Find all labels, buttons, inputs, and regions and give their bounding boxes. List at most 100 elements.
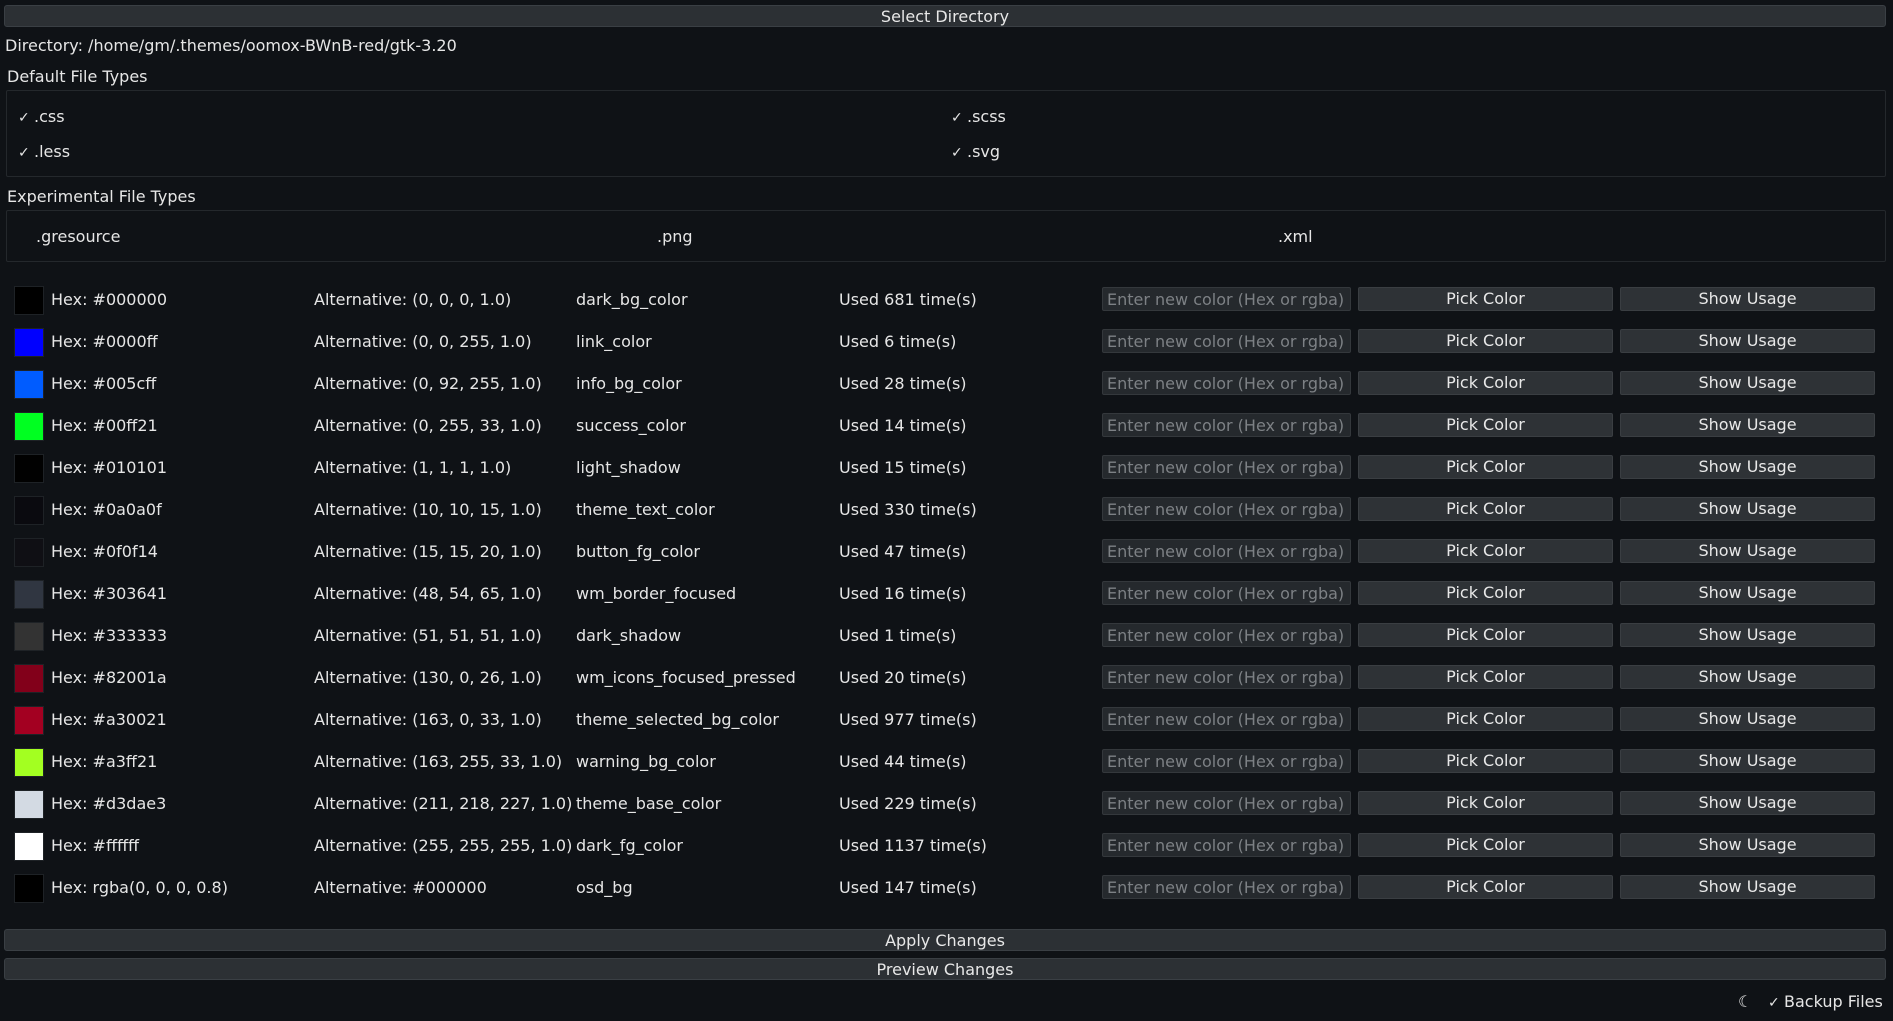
pick-color-button[interactable]: Pick Color bbox=[1358, 329, 1613, 353]
new-color-input[interactable] bbox=[1102, 497, 1351, 521]
new-color-input[interactable] bbox=[1102, 665, 1351, 689]
new-color-input[interactable] bbox=[1102, 413, 1351, 437]
show-usage-button[interactable]: Show Usage bbox=[1620, 791, 1875, 815]
pick-color-button[interactable]: Pick Color bbox=[1358, 665, 1613, 689]
pick-color-button[interactable]: Pick Color bbox=[1358, 581, 1613, 605]
hex-value: Hex: rgba(0, 0, 0, 0.8) bbox=[51, 878, 228, 897]
variable-name: wm_border_focused bbox=[576, 584, 737, 603]
preview-changes-button[interactable]: Preview Changes bbox=[4, 958, 1886, 980]
hex-value: Hex: #d3dae3 bbox=[51, 794, 167, 813]
show-usage-button[interactable]: Show Usage bbox=[1620, 287, 1875, 311]
show-usage-button[interactable]: Show Usage bbox=[1620, 455, 1875, 479]
color-row: Hex: #0000ff Alternative: (0, 0, 255, 1.0… bbox=[0, 325, 1893, 359]
experimental-file-types-title: Experimental File Types bbox=[7, 187, 196, 206]
alternative-value: Alternative: #000000 bbox=[314, 878, 487, 897]
check-icon: ✓ bbox=[18, 145, 30, 161]
hex-value: Hex: #a30021 bbox=[51, 710, 167, 729]
checkbox-xml[interactable]: .xml bbox=[1278, 227, 1313, 246]
show-usage-button[interactable]: Show Usage bbox=[1620, 581, 1875, 605]
new-color-input[interactable] bbox=[1102, 329, 1351, 353]
color-swatch bbox=[14, 706, 44, 735]
hex-value: Hex: #a3ff21 bbox=[51, 752, 158, 771]
show-usage-button[interactable]: Show Usage bbox=[1620, 413, 1875, 437]
new-color-input[interactable] bbox=[1102, 707, 1351, 731]
check-icon: ✓ bbox=[951, 110, 963, 126]
color-swatch bbox=[14, 832, 44, 861]
show-usage-button[interactable]: Show Usage bbox=[1620, 623, 1875, 647]
apply-changes-button[interactable]: Apply Changes bbox=[4, 929, 1886, 951]
new-color-input[interactable] bbox=[1102, 875, 1351, 899]
color-swatch bbox=[14, 286, 44, 315]
new-color-input[interactable] bbox=[1102, 371, 1351, 395]
pick-color-button[interactable]: Pick Color bbox=[1358, 539, 1613, 563]
show-usage-button[interactable]: Show Usage bbox=[1620, 707, 1875, 731]
checkbox-label: .scss bbox=[967, 107, 1006, 126]
alternative-value: Alternative: (1, 1, 1, 1.0) bbox=[314, 458, 512, 477]
new-color-input[interactable] bbox=[1102, 749, 1351, 773]
alternative-value: Alternative: (0, 0, 255, 1.0) bbox=[314, 332, 532, 351]
show-usage-button[interactable]: Show Usage bbox=[1620, 497, 1875, 521]
color-swatch bbox=[14, 370, 44, 399]
checkbox-label: .less bbox=[34, 142, 71, 161]
color-row: Hex: #005cff Alternative: (0, 92, 255, 1.… bbox=[0, 367, 1893, 401]
alternative-value: Alternative: (51, 51, 51, 1.0) bbox=[314, 626, 542, 645]
default-file-types-title: Default File Types bbox=[7, 67, 148, 86]
new-color-input[interactable] bbox=[1102, 455, 1351, 479]
show-usage-button[interactable]: Show Usage bbox=[1620, 371, 1875, 395]
pick-color-button[interactable]: Pick Color bbox=[1358, 749, 1613, 773]
pick-color-button[interactable]: Pick Color bbox=[1358, 791, 1613, 815]
alternative-value: Alternative: (0, 255, 33, 1.0) bbox=[314, 416, 542, 435]
checkbox-css[interactable]: ✓ .css bbox=[18, 107, 65, 126]
pick-color-button[interactable]: Pick Color bbox=[1358, 875, 1613, 899]
show-usage-button[interactable]: Show Usage bbox=[1620, 539, 1875, 563]
variable-name: dark_bg_color bbox=[576, 290, 688, 309]
new-color-input[interactable] bbox=[1102, 791, 1351, 815]
pick-color-button[interactable]: Pick Color bbox=[1358, 497, 1613, 521]
checkbox-label: .png bbox=[657, 227, 693, 246]
checkbox-gresource[interactable]: .gresource bbox=[36, 227, 120, 246]
color-swatch bbox=[14, 748, 44, 777]
new-color-input[interactable] bbox=[1102, 581, 1351, 605]
show-usage-button[interactable]: Show Usage bbox=[1620, 749, 1875, 773]
select-directory-button[interactable]: Select Directory bbox=[4, 5, 1886, 27]
new-color-input[interactable] bbox=[1102, 833, 1351, 857]
show-usage-button[interactable]: Show Usage bbox=[1620, 329, 1875, 353]
moon-icon[interactable]: ☾ bbox=[1738, 992, 1752, 1011]
usage-count: Used 1137 time(s) bbox=[839, 836, 987, 855]
color-swatch bbox=[14, 328, 44, 357]
variable-name: dark_shadow bbox=[576, 626, 682, 645]
color-row: Hex: #333333 Alternative: (51, 51, 51, 1.… bbox=[0, 619, 1893, 653]
color-swatch bbox=[14, 622, 44, 651]
hex-value: Hex: #0000ff bbox=[51, 332, 158, 351]
new-color-input[interactable] bbox=[1102, 287, 1351, 311]
show-usage-button[interactable]: Show Usage bbox=[1620, 833, 1875, 857]
show-usage-button[interactable]: Show Usage bbox=[1620, 875, 1875, 899]
checkbox-label: .gresource bbox=[36, 227, 121, 246]
show-usage-button[interactable]: Show Usage bbox=[1620, 665, 1875, 689]
checkbox-png[interactable]: .png bbox=[657, 227, 693, 246]
new-color-input[interactable] bbox=[1102, 623, 1351, 647]
directory-path: Directory: /home/gm/.themes/oomox-BWnB-r… bbox=[5, 36, 457, 55]
hex-value: Hex: #333333 bbox=[51, 626, 168, 645]
color-swatch bbox=[14, 790, 44, 819]
pick-color-button[interactable]: Pick Color bbox=[1358, 371, 1613, 395]
pick-color-button[interactable]: Pick Color bbox=[1358, 287, 1613, 311]
backup-files-checkbox[interactable]: ✓ Backup Files bbox=[1768, 992, 1883, 1011]
pick-color-button[interactable]: Pick Color bbox=[1358, 623, 1613, 647]
checkbox-label: .svg bbox=[967, 142, 1001, 161]
pick-color-button[interactable]: Pick Color bbox=[1358, 413, 1613, 437]
alternative-value: Alternative: (15, 15, 20, 1.0) bbox=[314, 542, 542, 561]
pick-color-button[interactable]: Pick Color bbox=[1358, 455, 1613, 479]
new-color-input[interactable] bbox=[1102, 539, 1351, 563]
color-row: Hex: #303641 Alternative: (48, 54, 65, 1.… bbox=[0, 577, 1893, 611]
color-row: Hex: #d3dae3 Alternative: (211, 218, 227,… bbox=[0, 787, 1893, 821]
checkbox-less[interactable]: ✓ .less bbox=[18, 142, 70, 161]
check-icon: ✓ bbox=[18, 110, 30, 126]
checkbox-label: .xml bbox=[1278, 227, 1313, 246]
checkbox-scss[interactable]: ✓ .scss bbox=[951, 107, 1006, 126]
pick-color-button[interactable]: Pick Color bbox=[1358, 707, 1613, 731]
color-row: Hex: rgba(0, 0, 0, 0.8) Alternative: #000… bbox=[0, 871, 1893, 905]
checkbox-svg[interactable]: ✓ .svg bbox=[951, 142, 1000, 161]
check-icon: ✓ bbox=[1768, 995, 1780, 1011]
pick-color-button[interactable]: Pick Color bbox=[1358, 833, 1613, 857]
